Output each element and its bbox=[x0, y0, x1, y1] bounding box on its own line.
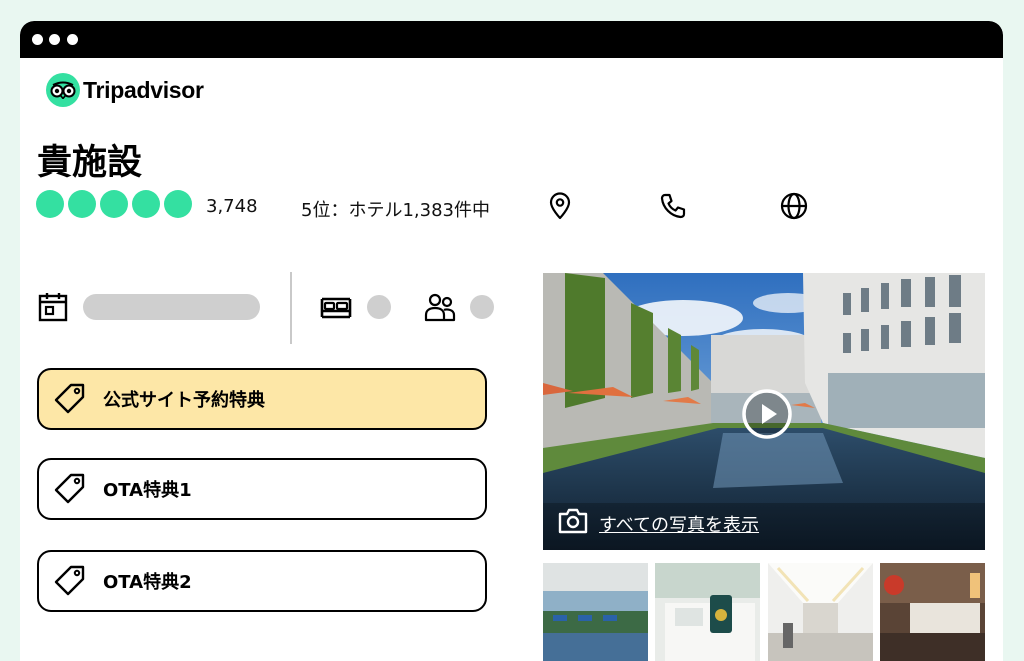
photo-thumbnail[interactable] bbox=[880, 563, 985, 661]
tag-icon bbox=[53, 472, 87, 506]
photo-thumbnail[interactable] bbox=[543, 563, 648, 661]
search-divider bbox=[290, 272, 292, 344]
window-dot[interactable] bbox=[67, 34, 78, 45]
hotel-main-photo[interactable]: すべての写真を表示 bbox=[543, 273, 985, 550]
hotel-name: 貴施設 bbox=[37, 143, 143, 183]
bed-icon[interactable] bbox=[318, 291, 354, 323]
view-all-photos-link[interactable]: すべての写真を表示 bbox=[557, 507, 759, 540]
tag-icon bbox=[53, 382, 87, 416]
window-titlebar bbox=[20, 21, 1003, 58]
tripadvisor-logo[interactable]: Tripadvisor bbox=[46, 72, 204, 108]
ota-offer-1-button[interactable]: OTA特典1 bbox=[37, 458, 487, 520]
globe-icon[interactable] bbox=[779, 191, 809, 221]
owl-icon bbox=[46, 73, 80, 107]
tag-icon bbox=[53, 564, 87, 598]
photo-thumbnail[interactable] bbox=[768, 563, 873, 661]
photo-thumbnail[interactable] bbox=[655, 563, 760, 661]
rating-bubble bbox=[100, 190, 128, 218]
play-icon[interactable] bbox=[741, 388, 793, 440]
offer-label: OTA特典1 bbox=[103, 480, 192, 501]
view-all-photos-label: すべての写真を表示 bbox=[599, 514, 760, 536]
rating-bubbles[interactable] bbox=[36, 190, 192, 218]
browser-window: Tripadvisor 貴施設 3,748 5位：ホテル1,383件中 公式サイ… bbox=[20, 21, 1003, 661]
ranking-text[interactable]: 5位：ホテル1,383件中 bbox=[301, 196, 490, 222]
date-field[interactable] bbox=[83, 294, 260, 320]
rooms-field[interactable] bbox=[367, 295, 391, 319]
rating-bubble bbox=[132, 190, 160, 218]
offer-label: OTA特典2 bbox=[103, 572, 192, 593]
camera-icon bbox=[557, 507, 589, 540]
rating-bubble bbox=[164, 190, 192, 218]
phone-icon[interactable] bbox=[658, 191, 688, 221]
rating-bubble bbox=[68, 190, 96, 218]
official-site-offer-button[interactable]: 公式サイト予約特典 bbox=[37, 368, 487, 430]
map-pin-icon[interactable] bbox=[545, 191, 575, 221]
calendar-icon[interactable] bbox=[37, 291, 69, 323]
window-dot[interactable] bbox=[49, 34, 60, 45]
rating-bubble bbox=[36, 190, 64, 218]
offer-label: 公式サイト予約特典 bbox=[103, 390, 265, 411]
ota-offer-2-button[interactable]: OTA特典2 bbox=[37, 550, 487, 612]
guests-field[interactable] bbox=[470, 295, 494, 319]
guests-icon[interactable] bbox=[423, 290, 457, 324]
logo-text: Tripadvisor bbox=[83, 76, 204, 103]
window-dot[interactable] bbox=[32, 34, 43, 45]
review-count[interactable]: 3,748 bbox=[206, 196, 258, 217]
